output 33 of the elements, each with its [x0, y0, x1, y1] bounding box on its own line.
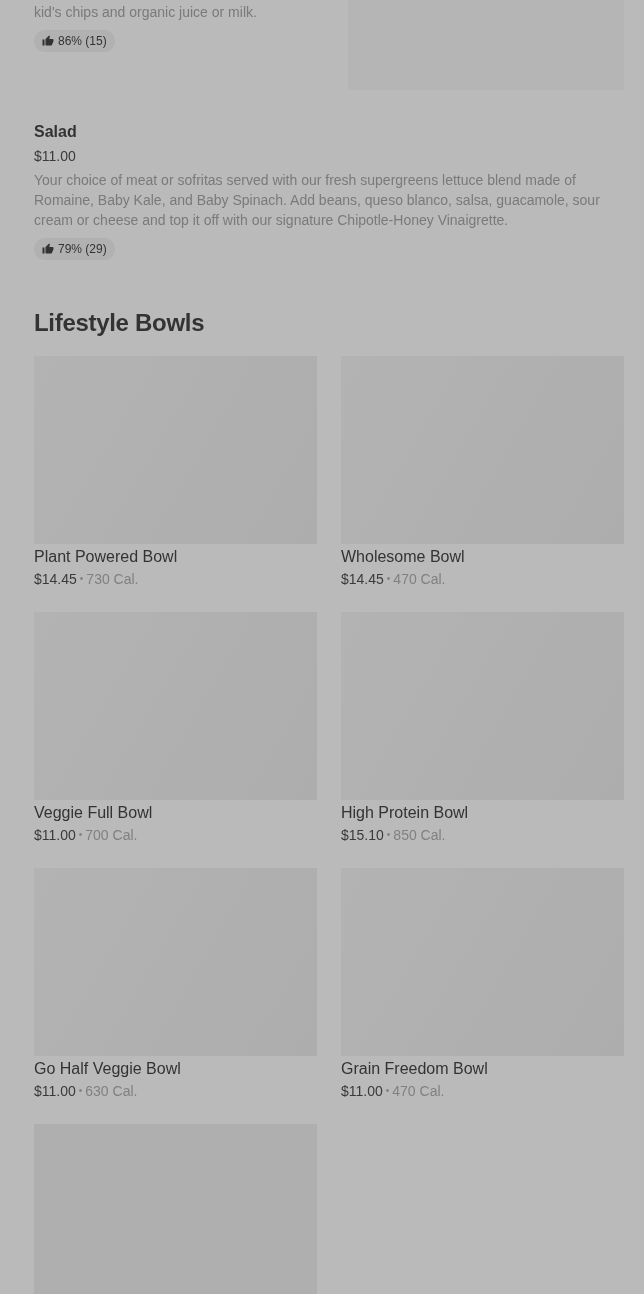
rating-text: 86% (15) [58, 34, 107, 48]
product-name: Grain Freedom Bowl [341, 1059, 489, 1079]
product-price: $14.45 [341, 570, 384, 588]
product-price: $11.00 [34, 826, 76, 844]
item-description: Your choice of meat or sofritas served with our fresh supergreens lettuce blend made of Romaine, Baby Kale, and Baby Spinach. Add beans, queso blanco, salsa, guacamole, sour cream or cheese and top it off with our signature Chipotle-Honey Vinaigrette. [34, 171, 601, 230]
product-calories: 700 Cal. [85, 826, 138, 844]
product-price: $15.10 [341, 826, 384, 844]
separator-dot: • [78, 1084, 83, 1098]
item-price: $11.00 [34, 147, 76, 166]
product-price: $11.00 [34, 1082, 76, 1100]
section-title: Lifestyle Bowls [34, 308, 206, 338]
separator-dot: • [385, 1084, 390, 1098]
separator-dot: • [78, 828, 83, 842]
product-name: Veggie Full Bowl [34, 803, 154, 823]
product-calories: 730 Cal. [86, 570, 139, 588]
item-description: kid's chips and organic juice or milk. [34, 3, 257, 22]
separator-dot: • [386, 572, 391, 586]
thumbs-up-icon [42, 243, 54, 255]
separator-dot: • [386, 828, 391, 842]
thumbs-up-icon [42, 35, 54, 47]
product-calories: 630 Cal. [85, 1082, 138, 1100]
product-name: Plant Powered Bowl [34, 547, 179, 567]
product-calories: 470 Cal. [393, 570, 446, 588]
product-name: High Protein Bowl [341, 803, 470, 823]
product-name: Go Half Veggie Bowl [34, 1059, 182, 1079]
product-price: $14.45 [34, 570, 77, 588]
item-name: Salad [34, 122, 77, 142]
product-calories: 470 Cal. [392, 1082, 445, 1100]
product-price: $11.00 [341, 1082, 383, 1100]
product-name: Wholesome Bowl [341, 547, 466, 567]
product-calories: 850 Cal. [393, 826, 446, 844]
rating-text: 79% (29) [58, 242, 107, 256]
separator-dot: • [79, 572, 84, 586]
